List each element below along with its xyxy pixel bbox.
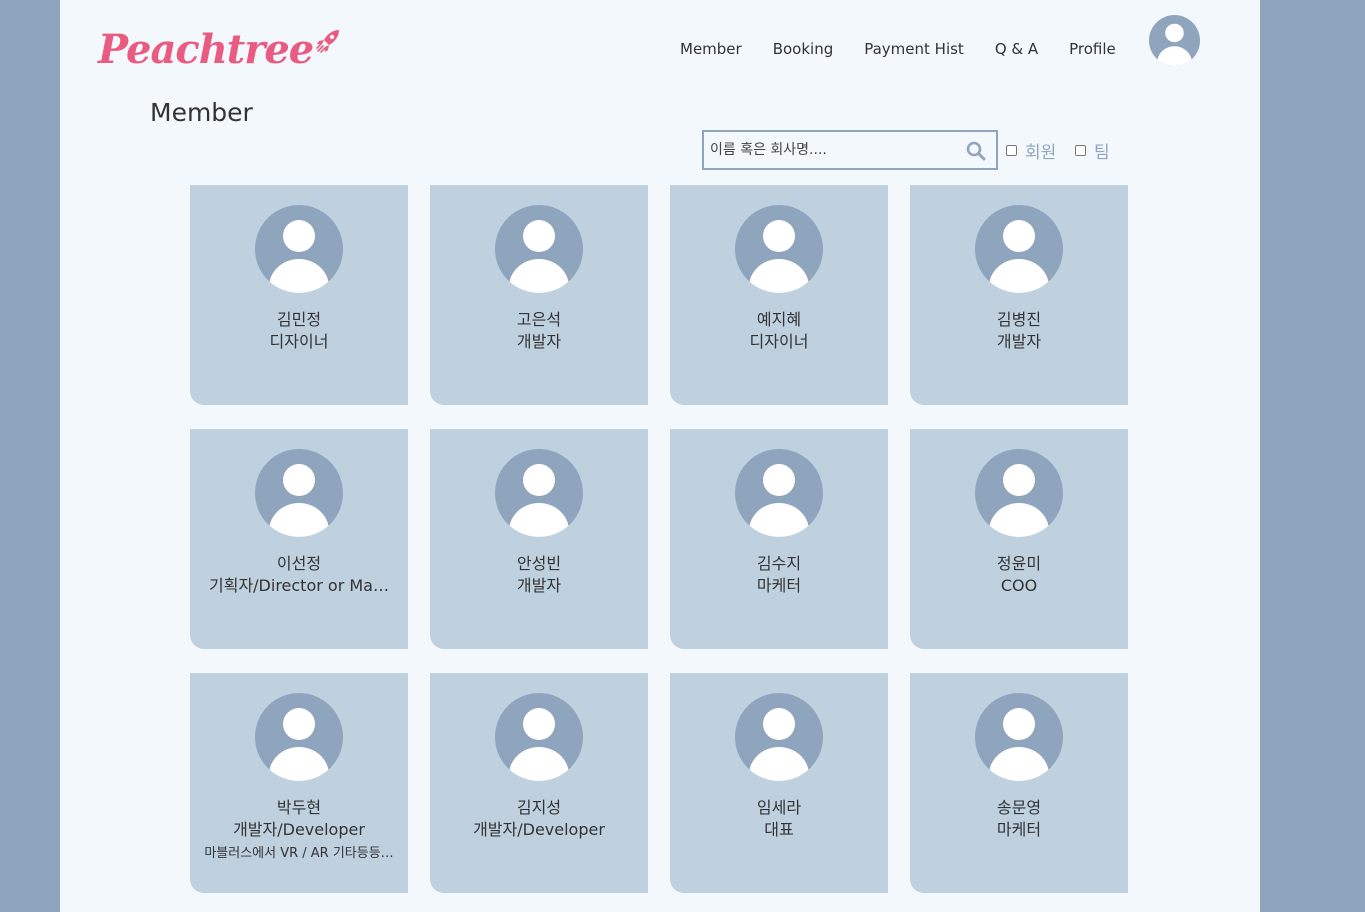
avatar-icon — [975, 449, 1063, 537]
avatar-icon — [735, 693, 823, 781]
member-role: 개발자/Developer — [233, 820, 365, 839]
member-name: 김지성 — [516, 798, 562, 817]
avatar-icon — [495, 205, 583, 293]
main-nav: Member Booking Payment Hist Q & A Profil… — [680, 40, 1147, 58]
member-role: 개발자 — [516, 332, 562, 351]
member-filter-label: 회원 — [1025, 143, 1057, 163]
member-name: 임세라 — [756, 798, 802, 817]
member-card[interactable]: 임세라 대표 — [670, 673, 888, 893]
member-card[interactable]: 송문영 마케터 — [910, 673, 1128, 893]
filter-member: 회원 — [1006, 138, 1056, 163]
avatar-icon — [735, 205, 823, 293]
search-input[interactable] — [704, 132, 954, 168]
member-role: 개발자 — [516, 576, 562, 595]
avatar-icon — [495, 693, 583, 781]
avatar-icon — [975, 693, 1063, 781]
team-filter-label: 팀 — [1094, 143, 1110, 163]
member-card[interactable]: 김민정 디자이너 — [190, 185, 408, 405]
member-role: 마케터 — [756, 576, 802, 595]
member-card[interactable]: 정윤미 COO — [910, 429, 1128, 649]
member-name: 이선정 — [276, 554, 322, 573]
nav-qna[interactable]: Q & A — [995, 40, 1038, 58]
brand-name: Peachtree — [98, 26, 314, 73]
avatar-icon — [495, 449, 583, 537]
avatar-icon — [255, 205, 343, 293]
member-role: 개발자/Developer — [473, 820, 605, 839]
avatar-icon — [255, 449, 343, 537]
member-name: 김수지 — [756, 554, 802, 573]
member-card[interactable]: 고은석 개발자 — [430, 185, 648, 405]
avatar-icon — [255, 693, 343, 781]
user-avatar-icon[interactable] — [1149, 15, 1200, 66]
member-name: 고은석 — [516, 310, 562, 329]
member-role: 대표 — [764, 820, 794, 839]
member-role: 마케터 — [996, 820, 1042, 839]
member-name: 송문영 — [996, 798, 1042, 817]
member-card[interactable]: 김지성 개발자/Developer — [430, 673, 648, 893]
search-icon[interactable] — [966, 141, 986, 165]
member-card[interactable]: 예지혜 디자이너 — [670, 185, 888, 405]
member-name: 정윤미 — [996, 554, 1042, 573]
member-description: 마블러스에서 VR / AR 기타등등… — [204, 846, 394, 861]
member-name: 김병진 — [996, 310, 1042, 329]
search-bar — [702, 130, 998, 170]
member-role: 디자이너 — [749, 332, 809, 351]
member-card[interactable]: 이선정 기획자/Director or Ma… — [190, 429, 408, 649]
member-name: 예지혜 — [756, 310, 802, 329]
member-role: 디자이너 — [269, 332, 329, 351]
page-container: Peachtree Member Booking Payment Hist Q … — [60, 0, 1260, 912]
nav-booking[interactable]: Booking — [773, 40, 834, 58]
nav-profile[interactable]: Profile — [1069, 40, 1116, 58]
nav-payment-history[interactable]: Payment Hist — [864, 40, 964, 58]
rocket-icon — [315, 28, 341, 58]
avatar-icon — [975, 205, 1063, 293]
member-checkbox[interactable] — [1006, 145, 1017, 156]
nav-member[interactable]: Member — [680, 40, 742, 58]
member-name: 박두현 — [276, 798, 322, 817]
member-grid: 김민정 디자이너 고은석 개발자 예지혜 디자이너 김병진 개발자 이선정 기획… — [190, 185, 1128, 893]
member-role: 기획자/Director or Ma… — [209, 576, 389, 595]
page-title: Member — [150, 98, 253, 127]
member-card[interactable]: 김병진 개발자 — [910, 185, 1128, 405]
member-card[interactable]: 김수지 마케터 — [670, 429, 888, 649]
member-card[interactable]: 박두현 개발자/Developer 마블러스에서 VR / AR 기타등등… — [190, 673, 408, 893]
avatar-icon — [735, 449, 823, 537]
team-checkbox[interactable] — [1075, 145, 1086, 156]
member-role: 개발자 — [996, 332, 1042, 351]
member-role: COO — [1000, 576, 1038, 595]
filter-team: 팀 — [1075, 138, 1110, 163]
member-name: 안성빈 — [516, 554, 562, 573]
brand-logo[interactable]: Peachtree — [98, 26, 341, 73]
member-card[interactable]: 안성빈 개발자 — [430, 429, 648, 649]
member-name: 김민정 — [276, 310, 322, 329]
